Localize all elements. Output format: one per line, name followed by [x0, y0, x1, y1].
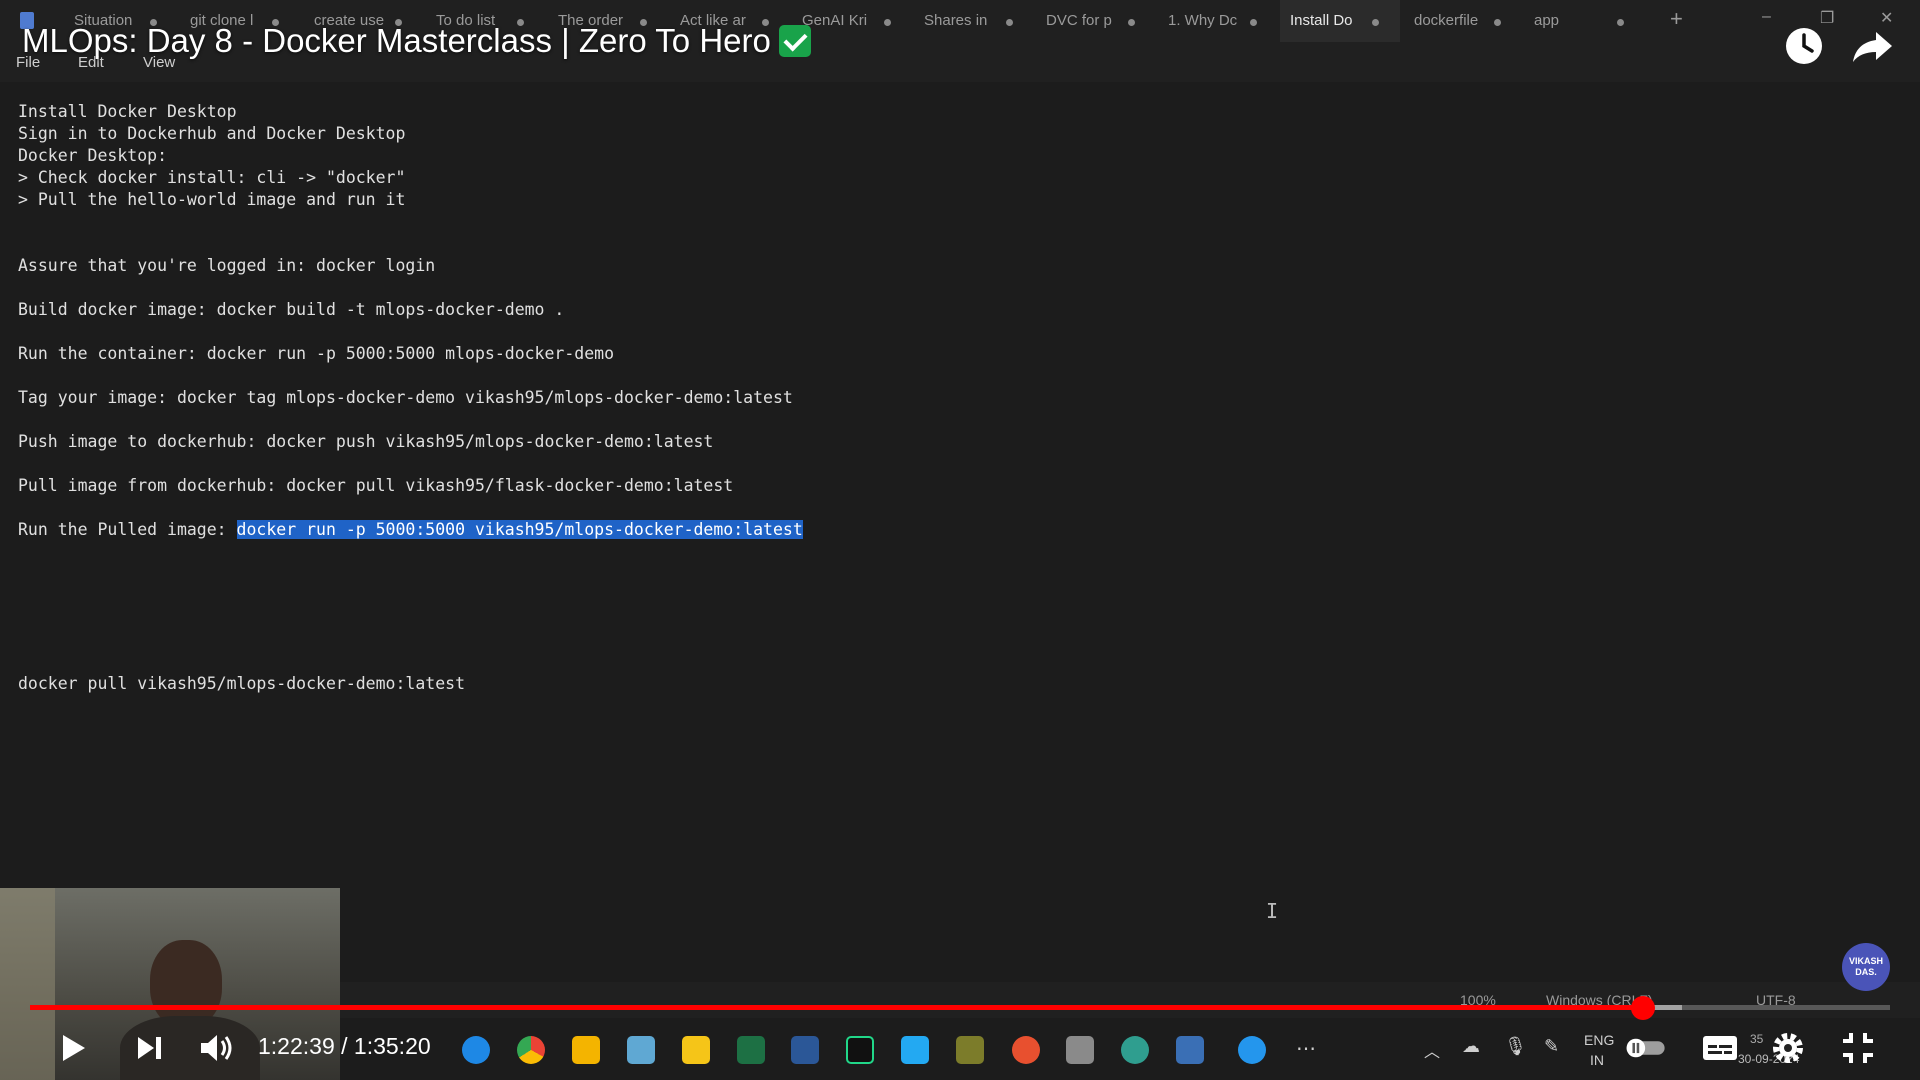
volume-icon[interactable] [194, 1026, 238, 1070]
autoplay-toggle[interactable] [1624, 1026, 1668, 1070]
edge-icon[interactable] [1121, 1036, 1149, 1064]
exit-fullscreen-icon[interactable] [1836, 1026, 1880, 1070]
editor-line: Run the container: docker run -p 5000:50… [18, 344, 615, 363]
editor-line: docker pull vikash95/mlops-docker-demo:l… [18, 674, 466, 693]
editor-line: Build docker image: docker build -t mlop… [18, 300, 565, 319]
editor-line: Sign in to Dockerhub and Docker Desktop [18, 124, 406, 143]
editor-line-run-pulled: Run the Pulled image: docker run -p 5000… [18, 520, 803, 539]
tab-unsaved-dot [884, 19, 891, 26]
docker-icon[interactable] [1238, 1036, 1266, 1064]
tab-unsaved-dot [1494, 19, 1501, 26]
time-total: 1:35:20 [353, 1033, 431, 1059]
progress-played [30, 1005, 1643, 1010]
video-title: MLOps: Day 8 - Docker Masterclass | Zero… [22, 22, 811, 60]
editor-line: Install Docker Desktop [18, 102, 237, 121]
time-current: 1:22:39 [258, 1033, 335, 1059]
word-icon[interactable] [791, 1036, 819, 1064]
skype-icon[interactable] [462, 1036, 490, 1064]
notepad-taskbar-icon[interactable] [627, 1036, 655, 1064]
tab-unsaved-dot [1250, 19, 1257, 26]
language-indicator[interactable]: ENG [1584, 1032, 1614, 1048]
excel-icon[interactable] [737, 1036, 765, 1064]
subtitles-icon[interactable] [1698, 1026, 1742, 1070]
region-indicator: IN [1590, 1052, 1604, 1068]
tab-install-docker[interactable]: Install Do [1280, 0, 1400, 42]
text-cursor-icon: I [1266, 899, 1279, 923]
editor-line: Assure that you're logged in: docker log… [18, 256, 436, 275]
pen-icon[interactable]: ✎ [1544, 1036, 1559, 1057]
microphone-icon[interactable]: 🎙 [1504, 1036, 1527, 1057]
text-editor[interactable]: Install Docker Desktop Sign in to Docker… [0, 82, 1920, 982]
snipping-tool-icon[interactable] [1066, 1036, 1094, 1064]
play-icon[interactable] [50, 1026, 94, 1070]
share-icon[interactable] [1850, 24, 1894, 68]
selected-text: docker run -p 5000:5000 vikash95/mlops-d… [236, 520, 803, 539]
vscode-icon[interactable] [901, 1036, 929, 1064]
editor-line: Docker Desktop: [18, 146, 168, 165]
channel-avatar[interactable]: VIKASH DAS. [1842, 943, 1890, 991]
minimize-icon[interactable]: – [1762, 8, 1771, 26]
tab-shares[interactable]: Shares in [910, 0, 1016, 42]
progress-scrubber[interactable] [1631, 996, 1655, 1020]
tab-why-docker[interactable]: 1. Why Dc [1154, 0, 1260, 42]
more-apps-icon[interactable]: ⋯ [1296, 1036, 1316, 1061]
tab-unsaved-dot [1006, 19, 1013, 26]
app-icon[interactable] [956, 1036, 984, 1064]
check-mark-icon [778, 25, 811, 57]
sticky-notes-icon[interactable] [682, 1036, 710, 1064]
run-label: Run the Pulled image: [18, 520, 237, 539]
watch-later-icon[interactable] [1782, 24, 1826, 68]
new-tab-plus-icon[interactable]: + [1670, 6, 1683, 32]
editor-line: Push image to dockerhub: docker push vik… [18, 432, 714, 451]
chevron-up-icon[interactable]: ︿ [1424, 1038, 1440, 1062]
clock-time: 35 [1750, 1032, 1764, 1046]
postman-icon[interactable] [1012, 1036, 1040, 1064]
onedrive-icon[interactable]: ☁ [1462, 1036, 1480, 1057]
chrome-icon[interactable] [517, 1036, 545, 1064]
powershell-icon[interactable] [1176, 1036, 1204, 1064]
pycharm-icon[interactable] [846, 1036, 874, 1064]
editor-line: Tag your image: docker tag mlops-docker-… [18, 388, 793, 407]
next-video-icon[interactable] [128, 1026, 172, 1070]
tab-unsaved-dot [1128, 19, 1135, 26]
presenter-head [150, 940, 222, 1028]
tab-unsaved-dot [1372, 19, 1379, 26]
time-display: 1:22:39 / 1:35:20 [258, 1033, 431, 1059]
tab-unsaved-dot [1617, 19, 1624, 26]
editor-line: > Check docker install: cli -> "docker" [18, 168, 406, 187]
file-explorer-icon[interactable] [572, 1036, 600, 1064]
editor-line: > Pull the hello-world image and run it [18, 190, 406, 209]
settings-gear-icon[interactable] [1766, 1026, 1810, 1070]
editor-line: Pull image from dockerhub: docker pull v… [18, 476, 734, 495]
tab-dvc[interactable]: DVC for p [1032, 0, 1138, 42]
webcam-background [0, 888, 55, 1080]
